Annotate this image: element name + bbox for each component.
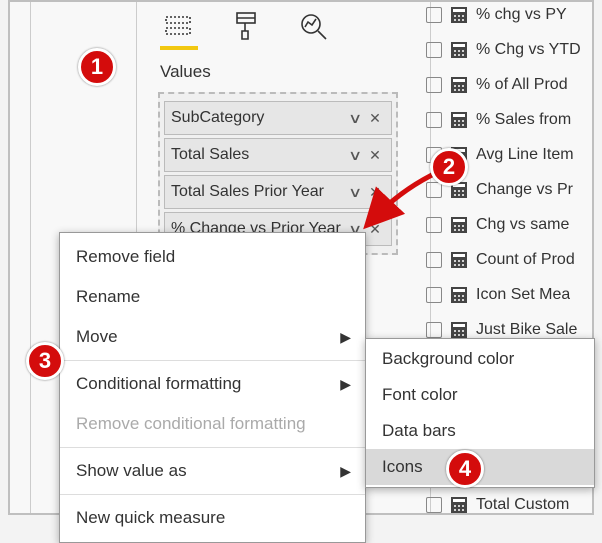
format-tab-icon[interactable] bbox=[228, 8, 264, 44]
callout-badge-3: 3 bbox=[26, 342, 64, 380]
menu-remove-conditional-formatting: Remove conditional formatting bbox=[60, 404, 365, 444]
measure-icon bbox=[450, 6, 468, 24]
submenu-background-color[interactable]: Background color bbox=[366, 341, 594, 377]
pill-label: Total Sales Prior Year bbox=[171, 183, 345, 201]
checkbox-icon[interactable] bbox=[426, 77, 442, 93]
close-icon[interactable]: ✕ bbox=[365, 110, 385, 127]
chevron-down-icon[interactable]: ∨ bbox=[345, 184, 365, 201]
field-label: % chg vs PY bbox=[476, 6, 567, 24]
field-label: Total Custom bbox=[476, 496, 569, 514]
chevron-down-icon[interactable]: ∨ bbox=[345, 147, 365, 164]
menu-rename[interactable]: Rename bbox=[60, 277, 365, 317]
checkbox-icon[interactable] bbox=[426, 7, 442, 23]
measure-icon bbox=[450, 111, 468, 129]
menu-new-quick-measure[interactable]: New quick measure bbox=[60, 498, 365, 538]
menu-label: Conditional formatting bbox=[76, 374, 241, 394]
close-icon[interactable]: ✕ bbox=[365, 221, 385, 238]
field-label: % Chg vs YTD bbox=[476, 41, 581, 59]
measure-icon bbox=[450, 321, 468, 339]
vertical-separator bbox=[30, 2, 31, 513]
pill-label: Total Sales bbox=[171, 146, 345, 164]
field-row[interactable]: % Sales from bbox=[424, 102, 594, 137]
menu-show-value-as[interactable]: Show value as ▶ bbox=[60, 451, 365, 491]
field-row[interactable]: % Chg vs YTD bbox=[424, 32, 594, 67]
menu-label: Icons bbox=[382, 457, 423, 477]
submenu-data-bars[interactable]: Data bars bbox=[366, 413, 594, 449]
callout-badge-4: 4 bbox=[446, 450, 484, 488]
field-label: Icon Set Mea bbox=[476, 286, 570, 304]
menu-label: New quick measure bbox=[76, 508, 225, 528]
menu-conditional-formatting[interactable]: Conditional formatting ▶ bbox=[60, 364, 365, 404]
field-pill-total-sales-py[interactable]: Total Sales Prior Year ∨ ✕ bbox=[164, 175, 392, 209]
measure-icon bbox=[450, 286, 468, 304]
callout-badge-1: 1 bbox=[78, 48, 116, 86]
checkbox-icon[interactable] bbox=[426, 217, 442, 233]
field-label: Chg vs same bbox=[476, 216, 569, 234]
submenu-arrow-icon: ▶ bbox=[340, 463, 351, 480]
values-field-well[interactable]: SubCategory ∨ ✕ Total Sales ∨ ✕ Total Sa… bbox=[158, 92, 398, 255]
close-icon[interactable]: ✕ bbox=[365, 184, 385, 201]
field-row[interactable]: Count of Prod bbox=[424, 242, 594, 277]
menu-label: Show value as bbox=[76, 461, 187, 481]
checkbox-icon[interactable] bbox=[426, 497, 442, 513]
field-label: % of All Prod bbox=[476, 76, 568, 94]
menu-label: Remove conditional formatting bbox=[76, 414, 306, 434]
field-context-menu: Remove field Rename Move ▶ Conditional fo… bbox=[59, 232, 366, 543]
checkbox-icon[interactable] bbox=[426, 252, 442, 268]
measure-icon bbox=[450, 496, 468, 514]
checkbox-icon[interactable] bbox=[426, 287, 442, 303]
menu-separator bbox=[60, 447, 365, 448]
measure-icon bbox=[450, 251, 468, 269]
format-tabs bbox=[160, 8, 332, 44]
field-row[interactable]: Icon Set Mea bbox=[424, 277, 594, 312]
field-row[interactable]: % of All Prod bbox=[424, 67, 594, 102]
analytics-tab-icon[interactable] bbox=[296, 8, 332, 44]
menu-label: Font color bbox=[382, 385, 458, 405]
measure-icon bbox=[450, 76, 468, 94]
pill-label: SubCategory bbox=[171, 109, 345, 127]
measure-icon bbox=[450, 216, 468, 234]
field-label: Count of Prod bbox=[476, 251, 575, 269]
submenu-arrow-icon: ▶ bbox=[340, 376, 351, 393]
field-label: % Sales from bbox=[476, 111, 571, 129]
values-label: Values bbox=[160, 62, 211, 82]
menu-remove-field[interactable]: Remove field bbox=[60, 237, 365, 277]
menu-move[interactable]: Move ▶ bbox=[60, 317, 365, 357]
callout-badge-2: 2 bbox=[430, 148, 468, 186]
menu-label: Background color bbox=[382, 349, 514, 369]
field-label: Avg Line Item bbox=[476, 146, 574, 164]
field-label: Just Bike Sale bbox=[476, 321, 577, 339]
measure-icon bbox=[450, 41, 468, 59]
menu-label: Rename bbox=[76, 287, 140, 307]
menu-label: Remove field bbox=[76, 247, 175, 267]
submenu-arrow-icon: ▶ bbox=[340, 329, 351, 346]
checkbox-icon[interactable] bbox=[426, 322, 442, 338]
chevron-down-icon[interactable]: ∨ bbox=[345, 110, 365, 127]
menu-separator bbox=[60, 494, 365, 495]
field-row[interactable]: % chg vs PY bbox=[424, 0, 594, 32]
fields-tab-icon[interactable] bbox=[160, 8, 196, 44]
field-label: Change vs Pr bbox=[476, 181, 573, 199]
field-row[interactable]: Chg vs same bbox=[424, 207, 594, 242]
close-icon[interactable]: ✕ bbox=[365, 147, 385, 164]
menu-separator bbox=[60, 360, 365, 361]
field-pill-total-sales[interactable]: Total Sales ∨ ✕ bbox=[164, 138, 392, 172]
checkbox-icon[interactable] bbox=[426, 112, 442, 128]
tab-underline bbox=[160, 46, 198, 50]
checkbox-icon[interactable] bbox=[426, 42, 442, 58]
submenu-font-color[interactable]: Font color bbox=[366, 377, 594, 413]
field-row[interactable]: Total Custom bbox=[424, 487, 594, 522]
menu-label: Data bars bbox=[382, 421, 456, 441]
field-pill-subcategory[interactable]: SubCategory ∨ ✕ bbox=[164, 101, 392, 135]
menu-label: Move bbox=[76, 327, 118, 347]
